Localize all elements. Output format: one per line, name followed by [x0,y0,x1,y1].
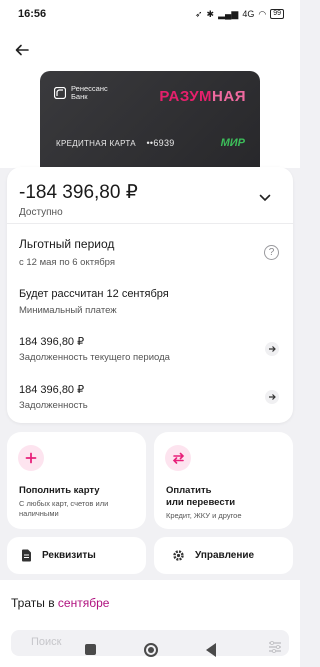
system-nav-bar [0,632,300,667]
spending-prefix: Траты в [11,596,58,610]
pay-subtitle: Кредит, ЖКУ и другое [166,511,242,520]
details-button[interactable]: Реквизиты [7,537,146,574]
card-brand-part2: НАЯ [212,88,246,105]
signal-icon: ▂▄▆ [218,8,239,19]
details-label: Реквизиты [42,550,96,561]
credit-card[interactable]: Ренессанс Банк РАЗУМНАЯ КРЕДИТНАЯ КАРТА … [40,71,260,181]
topup-title: Пополнить карту [19,485,100,496]
topup-card-tile[interactable]: Пополнить карту С любых карт, счетов или… [7,432,146,529]
card-header-area: Ренессанс Банк РАЗУМНАЯ КРЕДИТНАЯ КАРТА … [0,28,300,181]
status-icons: ➶ ✱ ▂▄▆ 4G ◠ 99 [195,9,284,20]
topup-subtitle-line1: С любых карт, счетов или [19,499,109,508]
topup-subtitle-line2: наличными [19,509,59,518]
total-debt-open-button[interactable] [265,390,279,404]
status-bar: 16:56 ➶ ✱ ▂▄▆ 4G ◠ 99 [0,0,300,28]
back-button[interactable] [12,40,32,60]
card-number: ••6939 [146,138,175,148]
filter-icon[interactable] [268,641,282,653]
spending-title: Траты в сентябре [11,596,109,610]
location-icon: ➶ [195,8,203,19]
transfer-arrows-icon [165,445,191,471]
manage-label: Управление [195,550,255,561]
card-details-sheet: -184 396,80 ₽ Доступно Льготный период с… [7,167,293,423]
current-debt-amount: 184 396,80 ₽ [19,336,85,348]
bank-logo-icon [54,87,66,99]
network-type: 4G [242,9,255,19]
arrow-left-icon [15,44,29,56]
expand-balance-button[interactable] [259,189,271,207]
current-debt-open-button[interactable] [265,342,279,356]
bank-name: Ренессанс Банк [71,84,108,101]
pay-title-line2: или перевести [166,497,236,508]
card-type: КРЕДИТНАЯ КАРТА [56,139,136,148]
document-icon [22,549,31,562]
pay-title-line1: Оплатить [166,485,212,496]
min-payment-caption: Минимальный платеж [19,305,117,316]
spending-month-link[interactable]: сентябре [58,596,110,610]
divider [7,223,293,224]
help-icon[interactable]: ? [264,245,279,260]
battery-icon: 99 [270,9,284,19]
grace-period-title: Льготный период [19,237,115,251]
wifi-icon: ◠ [258,8,267,19]
total-debt-caption: Задолженность [19,400,88,411]
pay-transfer-tile[interactable]: Оплатить или перевести Кредит, ЖКУ и дру… [154,432,293,529]
balance-amount: -184 396,80 ₽ [19,182,138,203]
bank-logo: Ренессанс Банк [54,85,125,101]
balance-caption: Доступно [19,207,63,218]
arrow-right-icon [269,346,276,352]
gear-icon [173,550,184,561]
bluetooth-icon: ✱ [206,8,215,19]
chevron-down-icon [259,194,271,202]
total-debt-amount: 184 396,80 ₽ [19,384,85,396]
grace-period-dates: с 12 мая по 6 октября [19,257,115,268]
plus-icon [18,445,44,471]
arrow-right-icon [269,394,276,400]
back-nav-icon[interactable] [205,642,216,657]
status-time: 16:56 [18,8,47,20]
card-brand: РАЗУМНАЯ [159,88,246,105]
card-brand-part1: РАЗУМ [159,88,213,105]
home-icon[interactable] [143,642,158,657]
min-payment-title: Будет рассчитан 12 сентября [19,288,169,300]
manage-button[interactable]: Управление [154,537,293,574]
card-label: КРЕДИТНАЯ КАРТА ••6939 [56,138,175,148]
current-debt-caption: Задолженность текущего периода [19,352,170,363]
mir-logo: МИР [220,137,245,149]
recents-icon[interactable] [84,644,96,655]
